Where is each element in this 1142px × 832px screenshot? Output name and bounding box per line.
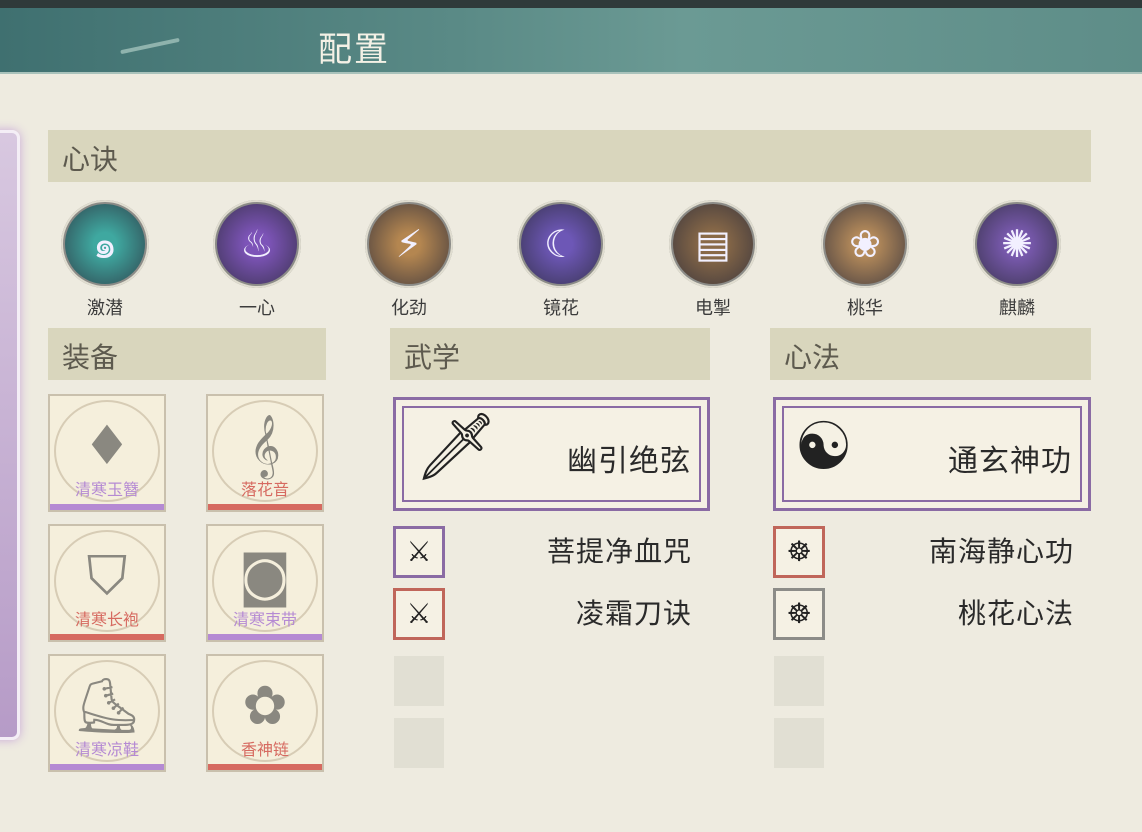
skill-7[interactable]: ✺ 麒麟 [972, 200, 1062, 320]
main-mind-art-name: 通玄神功 [948, 444, 1072, 479]
page-title: 配置 [318, 30, 390, 70]
rarity-bar [208, 764, 322, 770]
empty-slot[interactable] [774, 656, 824, 706]
moon-icon: ☾ [521, 204, 601, 284]
skill-1[interactable]: ๑ 激潜 [60, 200, 150, 320]
skill-5[interactable]: ▤ 电掣 [668, 200, 758, 320]
skill-label: 一心 [239, 298, 275, 319]
swirl-icon: ๑ [65, 204, 145, 284]
main-martial-art-slot[interactable]: 🗡 幽引绝弦 [393, 397, 710, 511]
rarity-bar [208, 634, 322, 640]
equipment-name: 清寒束带 [232, 610, 297, 629]
skill-2[interactable]: ♨ 一心 [212, 200, 302, 320]
sub-mind-art-name-2: 桃花心法 [957, 597, 1074, 630]
section-header-equipment: 装备 [48, 328, 326, 380]
equipment-name: 清寒长袍 [74, 610, 139, 629]
section-title: 心诀 [62, 143, 119, 176]
rarity-bar [50, 634, 164, 640]
skill-ring: ✺ [973, 200, 1061, 288]
equipment-icon: ⛉ [86, 544, 128, 607]
equipment-name: 落花音 [240, 480, 289, 499]
skill-label: 电掣 [695, 298, 731, 319]
skill-6[interactable]: ❀ 桃华 [820, 200, 910, 320]
qilin-icon: ✺ [977, 204, 1057, 284]
empty-slot[interactable] [774, 718, 824, 768]
main-mind-art-slot[interactable]: ☯ 通玄神功 [773, 397, 1091, 511]
meditation-icon: ☸ [786, 535, 812, 568]
character-panel-edge[interactable] [0, 130, 20, 740]
empty-slot[interactable] [394, 718, 444, 768]
equipment-slot-1[interactable]: ♦ 清寒玉簪 [48, 394, 166, 512]
equipment-icon: ◙ [238, 544, 292, 607]
equipment-icon: ♦ [82, 414, 132, 477]
equipment-name: 香神链 [240, 740, 289, 759]
section-title: 武学 [404, 341, 461, 374]
sub-mind-art-name-1: 南海静心功 [928, 535, 1074, 568]
rarity-bar [50, 504, 164, 510]
sub-martial-art-slot-2[interactable]: ⚔ [393, 588, 445, 640]
section-title: 装备 [62, 341, 119, 374]
sub-martial-art-name-2: 凌霜刀诀 [575, 597, 692, 630]
rarity-bar [208, 504, 322, 510]
meditating-figure-icon: ☯ [794, 408, 854, 485]
skill-ring: ☾ [517, 200, 605, 288]
skill-ring: ๑ [61, 200, 149, 288]
skill-ring: ❀ [821, 200, 909, 288]
sub-mind-art-slot-1[interactable]: ☸ [773, 526, 825, 578]
meditation-icon: ☸ [786, 597, 812, 630]
equipment-icon: ⛸ [72, 674, 142, 737]
sub-martial-art-name-1: 菩提净血咒 [546, 535, 692, 568]
equipment-slot-4[interactable]: ◙ 清寒束带 [206, 524, 324, 642]
skill-ring: ⚡ [365, 200, 453, 288]
equipment-name: 清寒玉簪 [74, 480, 139, 499]
section-header-xinfa: 心法 [770, 328, 1091, 380]
sub-martial-art-slot-1[interactable]: ⚔ [393, 526, 445, 578]
scroll-icon: ▤ [673, 204, 753, 284]
equipment-name: 清寒凉鞋 [74, 740, 139, 759]
equipment-slot-5[interactable]: ⛸ 清寒凉鞋 [48, 654, 166, 772]
blade-icon: ⚔ [406, 597, 432, 630]
equipment-slot-3[interactable]: ⛉ 清寒长袍 [48, 524, 166, 642]
sub-mind-art-slot-2[interactable]: ☸ [773, 588, 825, 640]
empty-slot[interactable] [394, 656, 444, 706]
equipment-slot-2[interactable]: 𝄞 落花音 [206, 394, 324, 512]
main-martial-art-name: 幽引绝弦 [567, 444, 691, 479]
skill-ring: ♨ [213, 200, 301, 288]
section-header-xinjue: 心诀 [48, 130, 1091, 182]
strike-icon: ⚡ [369, 204, 449, 284]
figure-icon: ❀ [825, 204, 905, 284]
skill-4[interactable]: ☾ 镜花 [516, 200, 606, 320]
skill-label: 激潜 [87, 298, 123, 319]
skill-label: 镜花 [543, 298, 579, 319]
section-header-wuxue: 武学 [390, 328, 710, 380]
swoosh-decoration [120, 37, 180, 55]
skill-3[interactable]: ⚡ 化劲 [364, 200, 454, 320]
skill-ring: ▤ [669, 200, 757, 288]
fighter-icon: ⚔ [406, 535, 432, 568]
skill-label: 麒麟 [999, 298, 1035, 319]
swordsman-icon: 🗡 [414, 408, 498, 485]
equipment-slot-6[interactable]: ✿ 香神链 [206, 654, 324, 772]
title-bar: 配置 [0, 8, 1142, 74]
skill-label: 化劲 [391, 298, 427, 319]
equipment-icon: 𝄞 [249, 414, 281, 477]
skill-label: 桃华 [847, 298, 883, 319]
flame-icon: ♨ [217, 204, 297, 284]
equipment-icon: ✿ [242, 674, 288, 737]
rarity-bar [50, 764, 164, 770]
section-title: 心法 [784, 341, 841, 374]
